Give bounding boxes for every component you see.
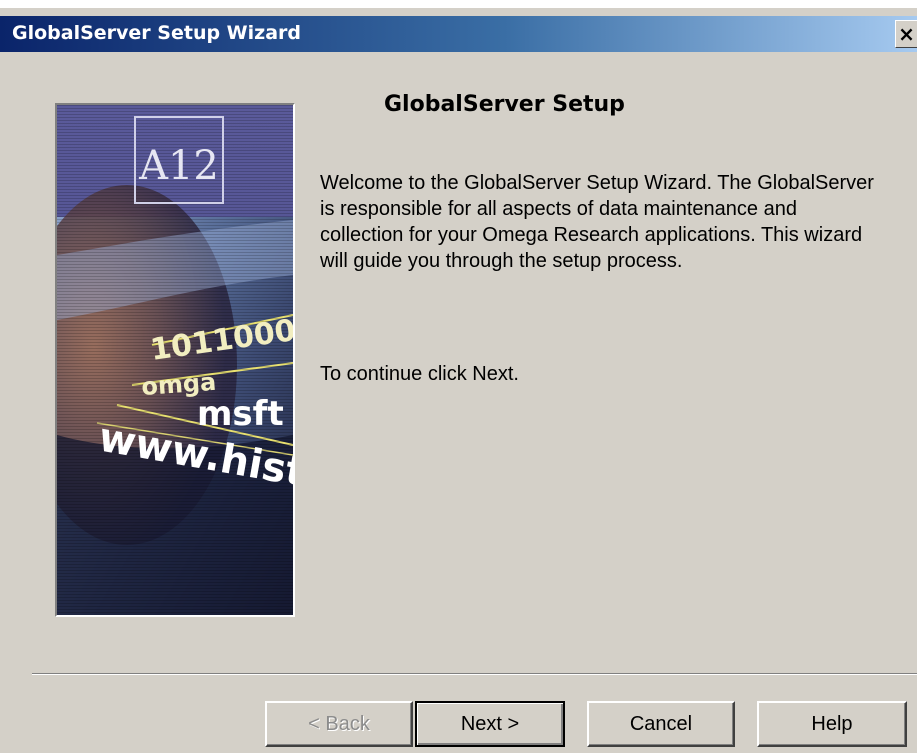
- wizard-banner-image: A12 1011000 1 omga msft www.histor: [55, 103, 295, 617]
- back-button-label: < Back: [308, 712, 370, 735]
- button-separator: [32, 673, 917, 675]
- close-button[interactable]: ×: [895, 20, 917, 48]
- title-bar[interactable]: GlobalServer Setup Wizard ×: [0, 16, 917, 52]
- back-button[interactable]: < Back: [265, 701, 413, 747]
- cancel-button[interactable]: Cancel: [587, 701, 735, 747]
- next-button[interactable]: Next >: [415, 701, 565, 747]
- close-icon: ×: [898, 22, 915, 46]
- continue-instruction: To continue click Next.: [320, 363, 519, 385]
- welcome-text: Welcome to the GlobalServer Setup Wizard…: [320, 172, 874, 272]
- wizard-heading: GlobalServer Setup: [384, 92, 625, 117]
- setup-wizard-window: GlobalServer Setup Wizard × A12 1011000 …: [0, 0, 917, 753]
- banner-logo: A12: [138, 143, 219, 189]
- cancel-button-label: Cancel: [629, 712, 693, 735]
- banner-graphic: A12 1011000 1 omga msft www.histor: [57, 105, 293, 615]
- next-button-label: Next >: [460, 712, 520, 735]
- banner-line-3: msft: [197, 394, 284, 434]
- window-title: GlobalServer Setup Wizard: [12, 22, 302, 44]
- help-button-label: Help: [811, 712, 853, 735]
- help-button[interactable]: Help: [757, 701, 907, 747]
